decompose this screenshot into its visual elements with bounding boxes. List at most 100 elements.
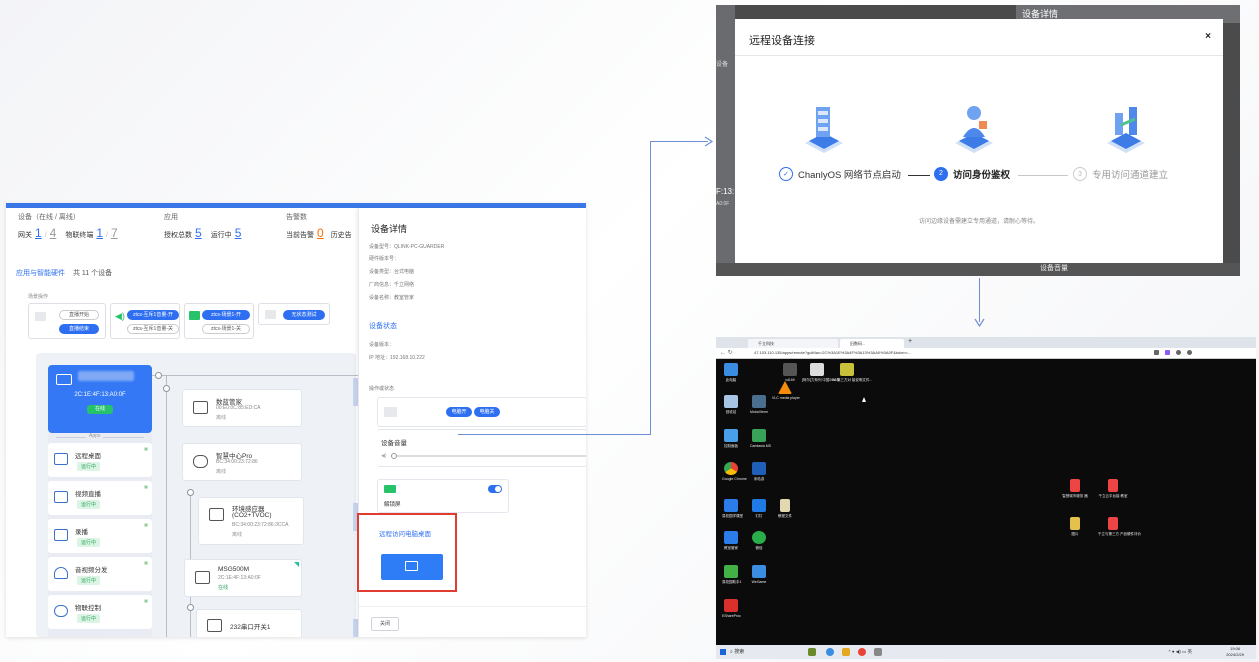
- browser-tab[interactable]: 千立科技: [748, 339, 838, 348]
- volume-slider[interactable]: [393, 455, 586, 457]
- terminal-offline-count[interactable]: 7: [111, 226, 118, 240]
- scene-button-volume-on[interactable]: ztcs-互斥1音量-开: [127, 310, 179, 320]
- desktop-icon-app[interactable]: 易校园学课堂: [722, 499, 743, 519]
- taskbar-clock[interactable]: 19:06 2024/2/29: [1226, 646, 1244, 657]
- app-card-live-video[interactable]: 视频直播 运行中 ▦: [48, 481, 152, 515]
- terminal-online-count[interactable]: 1: [96, 226, 103, 240]
- desktop-icon-pdf[interactable]: 千立云平台接 教室: [1098, 479, 1128, 499]
- speaker-icon: ◀): [115, 311, 125, 321]
- topo-node[interactable]: [163, 385, 170, 392]
- desktop-icon-app[interactable]: 钉钉: [750, 499, 768, 519]
- windows-start-icon[interactable]: [720, 649, 726, 655]
- desktop-icon-control-panel[interactable]: 控制面板: [722, 429, 740, 449]
- modal-close-button[interactable]: ×: [1205, 31, 1211, 42]
- tray-icons[interactable]: ^ ● ◀) ▭ 英: [1168, 649, 1192, 655]
- desktop-icon-chrome[interactable]: Google Chrome: [722, 462, 747, 482]
- taskbar-app-icon[interactable]: [842, 648, 850, 656]
- stat-devices-row: 网关 1 / 4 物联终端 1 / 7: [18, 226, 118, 240]
- scene-button-live-stop[interactable]: 直播结束: [59, 324, 99, 334]
- apps-label: Apps: [86, 433, 104, 439]
- desktop-icon-app[interactable]: 教室管家: [722, 531, 740, 551]
- desktop-icon-vlc[interactable]: VLC media player: [772, 381, 800, 401]
- browser-toolbar-icons: [1154, 350, 1250, 356]
- app-card-recording[interactable]: 录播 运行中 ▦: [48, 519, 152, 553]
- scene-button-stateless-test[interactable]: 无状态测试: [283, 310, 325, 320]
- detail-info-hw: 硬件版本号：: [369, 256, 400, 262]
- desktop-icon-app[interactable]: 易校园助手1: [722, 565, 741, 585]
- icon-label: WeGame: [751, 580, 767, 584]
- browser-tab-active[interactable]: 旧数码...: [840, 339, 904, 348]
- taskbar-search[interactable]: ⌕ 搜索: [730, 648, 744, 655]
- app-card-av-distribution[interactable]: 音视频分发 运行中 ▦: [48, 557, 152, 591]
- icon-label: 图片: [1071, 532, 1079, 536]
- desktop-icon-recycle-bin[interactable]: 回收站: [722, 395, 740, 415]
- running-count[interactable]: 5: [235, 226, 242, 240]
- desktop-icon-folder[interactable]: 图片: [1060, 517, 1090, 537]
- app-card-iot-control[interactable]: 物联控制 运行中 ▦: [48, 595, 152, 629]
- stat-auth-label: 授权总数: [164, 232, 192, 239]
- desktop-icon-this-pc[interactable]: 此电脑: [722, 363, 740, 383]
- topo-node[interactable]: [187, 489, 194, 496]
- close-button[interactable]: 关闭: [371, 617, 399, 631]
- desktop-icon-app[interactable]: Camtasia MS: [750, 429, 772, 449]
- monitor-icon: [195, 571, 210, 584]
- desktop-icon-app[interactable]: MobaXterm: [750, 395, 768, 415]
- topo-node[interactable]: [187, 604, 194, 611]
- remote-connection-modal: 远程设备连接 × ✓ ChanlyOS 网络节点启动 2 访问身份鉴权 3 专用…: [735, 19, 1223, 263]
- desktop-icon-video[interactable]: vd169: [778, 363, 802, 383]
- device-mac: 00:E0:0C:85:ED:CA: [216, 405, 261, 411]
- taskbar-app-icon[interactable]: [808, 648, 816, 656]
- desktop-icon-doc[interactable]: [阿尔]力系列 中国20115...: [802, 363, 842, 383]
- desktop-icon-doc[interactable]: IM 第三方对 接说明文件...: [832, 363, 872, 383]
- scene-button-scene1-off[interactable]: ztcs-场景1-关: [202, 324, 250, 334]
- taskbar-app-icon[interactable]: [826, 648, 834, 656]
- url-field[interactable]: 47.103.110.135/apps/remote?guiMac=2C%3A1…: [754, 350, 911, 355]
- device-card[interactable]: 232串口开关1: [196, 609, 302, 637]
- desktop-icon-pdf[interactable]: 智慧城市服务 器: [1060, 479, 1090, 499]
- desktop-icon-file[interactable]: 教程文件: [776, 499, 794, 519]
- desktop-icon-app[interactable]: 米哈游: [750, 462, 768, 482]
- icon-label: Camtasia MS: [750, 444, 772, 448]
- taskbar-chrome-icon[interactable]: [858, 648, 866, 656]
- gateway-offline-count[interactable]: 4: [50, 226, 57, 240]
- step-1-label: ChanlyOS 网络节点启动: [798, 170, 901, 181]
- taskbar-settings-icon[interactable]: [874, 648, 882, 656]
- gateway-online-count[interactable]: 1: [35, 226, 42, 240]
- stat-history-alarm-label: 历史告: [330, 232, 352, 239]
- arrow-line: [458, 434, 650, 435]
- step-1: ✓ ChanlyOS 网络节点启动: [779, 167, 901, 181]
- scene-button-live-start[interactable]: 直播开始: [59, 310, 99, 320]
- corner-flag: [294, 562, 299, 567]
- icon-label: 控制面板: [724, 444, 738, 448]
- auth-count[interactable]: 5: [195, 226, 202, 240]
- dashboard-panel: 设备（在线 / 离线） 网关 1 / 4 物联终端 1 / 7 应用 授权总数 …: [6, 203, 586, 637]
- desktop-icon-app[interactable]: WeGame: [750, 565, 768, 585]
- topo-node[interactable]: [155, 372, 162, 379]
- power-on-button[interactable]: 电脑开: [446, 407, 472, 417]
- switch-icon: [207, 619, 222, 632]
- device-card[interactable]: 智慧中心Pro BC:34:00:23:72:86 离线: [182, 443, 302, 481]
- arrow-head-icon: [974, 318, 985, 328]
- volume-slider-handle[interactable]: [391, 453, 397, 459]
- desktop-icon-app[interactable]: EShareProc: [722, 599, 741, 619]
- device-card[interactable]: 数蓝管家 00:E0:0C:85:ED:CA 离线: [182, 389, 302, 427]
- arrow-line: [650, 141, 651, 435]
- channel-illustration-icon: [1107, 107, 1145, 153]
- current-alarm-count[interactable]: 0: [317, 226, 324, 240]
- device-card[interactable]: MSG500M 2C:1E:4F:13:A0:0F 在线: [184, 559, 302, 597]
- desktop-icon-pdf[interactable]: 千立与第三方 产品硬件评价: [1098, 517, 1141, 537]
- scene-button-scene1-on[interactable]: ztcs-场景1-开: [202, 310, 250, 320]
- gateway-card[interactable]: 2C:1E:4F:13:A0:0F 在线: [48, 365, 152, 433]
- app-card-remote-desktop[interactable]: 远程桌面 运行中 ▦: [48, 443, 152, 477]
- pc-icon: [384, 407, 397, 417]
- arrow-line: [650, 141, 708, 142]
- unlock-toggle[interactable]: [488, 485, 502, 493]
- nav-back-icon[interactable]: ← ↻: [720, 349, 733, 356]
- power-off-button[interactable]: 电脑关: [474, 407, 500, 417]
- device-card[interactable]: 环境感应器 (CO2+TVOC) BC:34:00:23:72:86:3CCA …: [198, 497, 304, 545]
- new-tab-icon[interactable]: +: [908, 338, 912, 345]
- step-1-check-icon: ✓: [779, 167, 793, 181]
- desktop-icon-app[interactable]: 微信: [750, 531, 768, 551]
- scene-button-volume-off[interactable]: ztcs-互斥1音量-关: [127, 324, 179, 334]
- app-status-badge: 运行中: [77, 538, 101, 547]
